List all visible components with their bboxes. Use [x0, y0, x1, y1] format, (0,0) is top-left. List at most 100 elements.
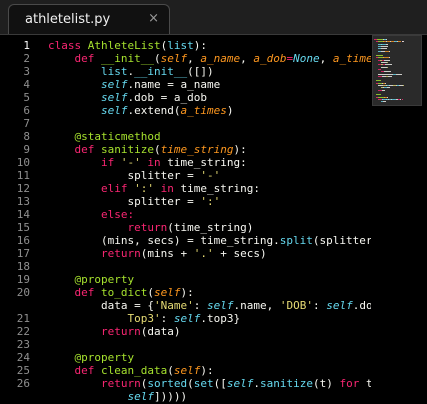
minimap-mark [396, 73, 402, 75]
code-token: ): [200, 364, 214, 377]
line-number: 21 [16, 312, 30, 325]
line-number: 2 [23, 52, 30, 65]
code-token: : [160, 312, 174, 325]
minimap-mark [401, 98, 403, 100]
code-token: list [100, 65, 128, 78]
minimap-mark [403, 41, 405, 43]
code-token: ( [167, 364, 174, 377]
code-token: (mins, secs) = time_string. [100, 234, 280, 247]
code-token: ( [153, 143, 161, 156]
code-line[interactable]: (mins, secs) = time_string.split(splitte… [48, 234, 379, 247]
code-line[interactable]: def sanitize(time_string): [48, 143, 247, 156]
code-token: def [74, 52, 101, 65]
code-line[interactable]: else: [48, 208, 134, 221]
minimap-mark [385, 82, 387, 84]
line-number: 17 [16, 247, 30, 260]
code-line[interactable]: @staticmethod [48, 130, 161, 143]
code-line[interactable]: elif ':' in time_string: [48, 182, 260, 195]
code-line[interactable]: def to_dict(self): [48, 286, 194, 299]
line-number: 11 [16, 169, 30, 182]
code-line[interactable]: if '-' in time_string: [48, 156, 247, 169]
code-line[interactable]: def clean_data(self): [48, 364, 214, 377]
minimap-mark [389, 57, 391, 59]
code-line[interactable]: class AthleteList(list): [48, 39, 207, 52]
code-token: __init__ [101, 52, 154, 65]
code-token: ([]) [187, 65, 214, 78]
code-token: self [326, 299, 353, 312]
code-token: self [100, 104, 128, 117]
minimap[interactable] [371, 35, 427, 404]
code-token: ':' [200, 195, 221, 208]
code-token: self [206, 299, 234, 312]
line-number: 14 [16, 208, 30, 221]
code-line[interactable]: self.extend(a_times) [48, 104, 233, 117]
code-token: list [167, 39, 194, 52]
code-token: in [153, 182, 181, 195]
minimap-mark [383, 59, 391, 61]
code-token: for [339, 377, 366, 390]
code-line[interactable]: @property [48, 351, 135, 364]
minimap-mark [378, 68, 382, 70]
tab-athletelist[interactable]: athletelist.py × [8, 4, 170, 34]
code-token: ( [147, 286, 154, 299]
code-token: time_string: [180, 182, 260, 195]
code-line[interactable]: self.dob = a_dob [48, 91, 207, 104]
code-token: (mins + [140, 247, 194, 260]
close-icon[interactable]: × [148, 11, 159, 26]
code-token: def [74, 286, 101, 299]
code-line[interactable]: return(data) [48, 325, 181, 338]
code-editor[interactable]: 1 2 3 4 5 6 7 8 9 10 11 12 13 14 15 16 17 18 19 20 21 22 23 24 2… [0, 35, 427, 404]
code-line[interactable]: return(time_string) [48, 221, 253, 234]
minimap-mark [381, 89, 385, 91]
code-token: ])))) [153, 390, 188, 403]
code-line[interactable]: return(mins + '.' + secs) [48, 247, 267, 260]
minimap-mark [386, 87, 390, 89]
code-line[interactable]: splitter = '-' [48, 169, 220, 182]
code-line[interactable]: return(sorted(set([self.sanitize(t) for … [48, 377, 392, 390]
code-token: ([ [213, 377, 227, 390]
code-token: .top3} [200, 312, 241, 325]
minimap-mark [380, 48, 388, 50]
code-line[interactable]: splitter = ':' [48, 195, 220, 208]
code-line[interactable]: def __init__(self, a_name, a_dob=None, a… [48, 52, 413, 65]
line-number: 6 [23, 104, 30, 117]
minimap-mark [386, 62, 389, 63]
line-number: 22 [16, 325, 30, 338]
code-line[interactable]: @property [48, 273, 135, 286]
minimap-mark [376, 80, 382, 82]
code-token: self [226, 377, 254, 390]
code-token: def [74, 364, 101, 377]
line-number: 24 [16, 351, 30, 364]
code-line[interactable]: Top3': self.top3} [48, 312, 240, 325]
line-number: 26 [16, 377, 30, 390]
line-number: 9 [23, 143, 30, 156]
code-token: 'Name' [153, 299, 194, 312]
minimap-mark [378, 73, 394, 75]
line-number: 5 [23, 91, 30, 104]
code-token: __init__ [134, 65, 188, 78]
code-area[interactable]: class AthleteList(list): def __init__(se… [48, 35, 412, 404]
code-line[interactable]: data = {'Name': self.name, 'DOB': self.d… [48, 299, 399, 312]
code-line[interactable]: list.__init__([]) [48, 65, 214, 78]
line-number: 15 [16, 221, 30, 234]
code-token: self [173, 364, 201, 377]
minimap-mark [402, 85, 404, 86]
minimap-mark [385, 43, 388, 45]
code-token: a_name [200, 52, 241, 65]
minimap-mark [386, 39, 388, 40]
code-token: ): [233, 143, 247, 156]
code-line[interactable]: self])))) [48, 390, 187, 403]
code-line[interactable]: self.name = a_name [48, 78, 220, 91]
code-token: self [153, 286, 181, 299]
code-token: ( [153, 52, 161, 65]
code-token: Top3' [127, 312, 161, 325]
code-token: splitter = [127, 195, 201, 208]
